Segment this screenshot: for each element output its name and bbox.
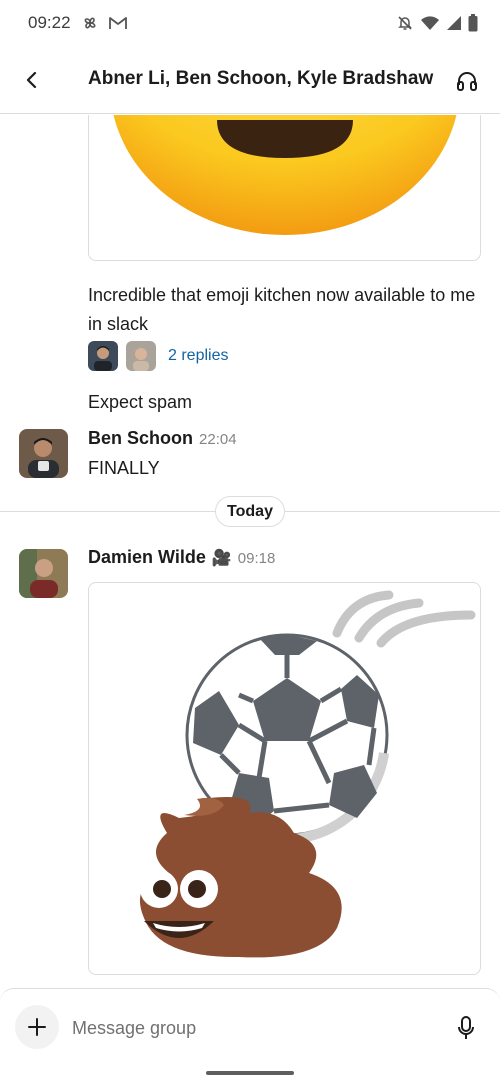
conversation-header: Abner Li, Ben Schoon, Kyle Bradshaw xyxy=(0,46,500,114)
status-time: 09:22 xyxy=(28,13,71,32)
message-list[interactable]: Incredible that emoji kitchen now availa… xyxy=(0,115,500,988)
message-composer xyxy=(0,988,500,1083)
message-input[interactable] xyxy=(72,1014,432,1042)
message-text: Expect spam xyxy=(88,392,193,412)
message-text: Incredible that emoji kitchen now availa… xyxy=(88,285,476,334)
day-divider-label[interactable]: Today xyxy=(215,496,285,527)
huddle-button[interactable] xyxy=(452,66,482,96)
back-button[interactable] xyxy=(18,66,46,94)
emoji-image-attachment[interactable] xyxy=(88,582,481,975)
add-attachment-button[interactable] xyxy=(15,1005,59,1049)
back-arrow-icon xyxy=(26,71,37,89)
bell-off-icon xyxy=(396,14,414,32)
conversation-title[interactable]: Abner Li, Ben Schoon, Kyle Bradshaw xyxy=(88,68,433,90)
soccer-poop-emoji xyxy=(139,590,476,958)
avatar[interactable] xyxy=(19,429,68,478)
gesture-navigation-bar[interactable] xyxy=(206,1071,294,1075)
avatar[interactable] xyxy=(19,549,68,598)
message-time: 22:04 xyxy=(199,431,237,448)
replies-link[interactable]: 2 replies xyxy=(168,347,228,365)
emoji-image-attachment[interactable] xyxy=(88,115,481,261)
plus-icon xyxy=(28,1018,46,1036)
signal-icon xyxy=(446,15,462,31)
message-time: 09:18 xyxy=(237,550,276,567)
battery-icon xyxy=(468,14,478,32)
status-emoji: 🎥 xyxy=(211,550,232,567)
status-bar: 09:22 xyxy=(0,0,500,46)
gmail-icon xyxy=(108,15,128,31)
pinwheel-icon xyxy=(81,14,99,32)
grinning-face-emoji xyxy=(113,115,457,235)
reply-avatar xyxy=(126,341,156,371)
message-text: FINALLY xyxy=(88,458,160,478)
sender-name[interactable]: Ben Schoon xyxy=(88,428,193,449)
headphones-icon xyxy=(457,72,477,91)
thread-replies[interactable]: 2 replies xyxy=(88,341,228,371)
message-header: Ben Schoon 22:04 xyxy=(88,428,237,449)
wifi-icon xyxy=(420,15,440,31)
voice-record-button[interactable] xyxy=(454,1015,478,1041)
sender-name[interactable]: Damien Wilde xyxy=(88,547,206,568)
notification-icons xyxy=(81,14,128,32)
message-header: Damien Wilde 🎥 09:18 xyxy=(88,547,275,568)
microphone-icon xyxy=(458,1016,474,1039)
system-icons xyxy=(396,14,478,32)
reply-avatar xyxy=(88,341,118,371)
